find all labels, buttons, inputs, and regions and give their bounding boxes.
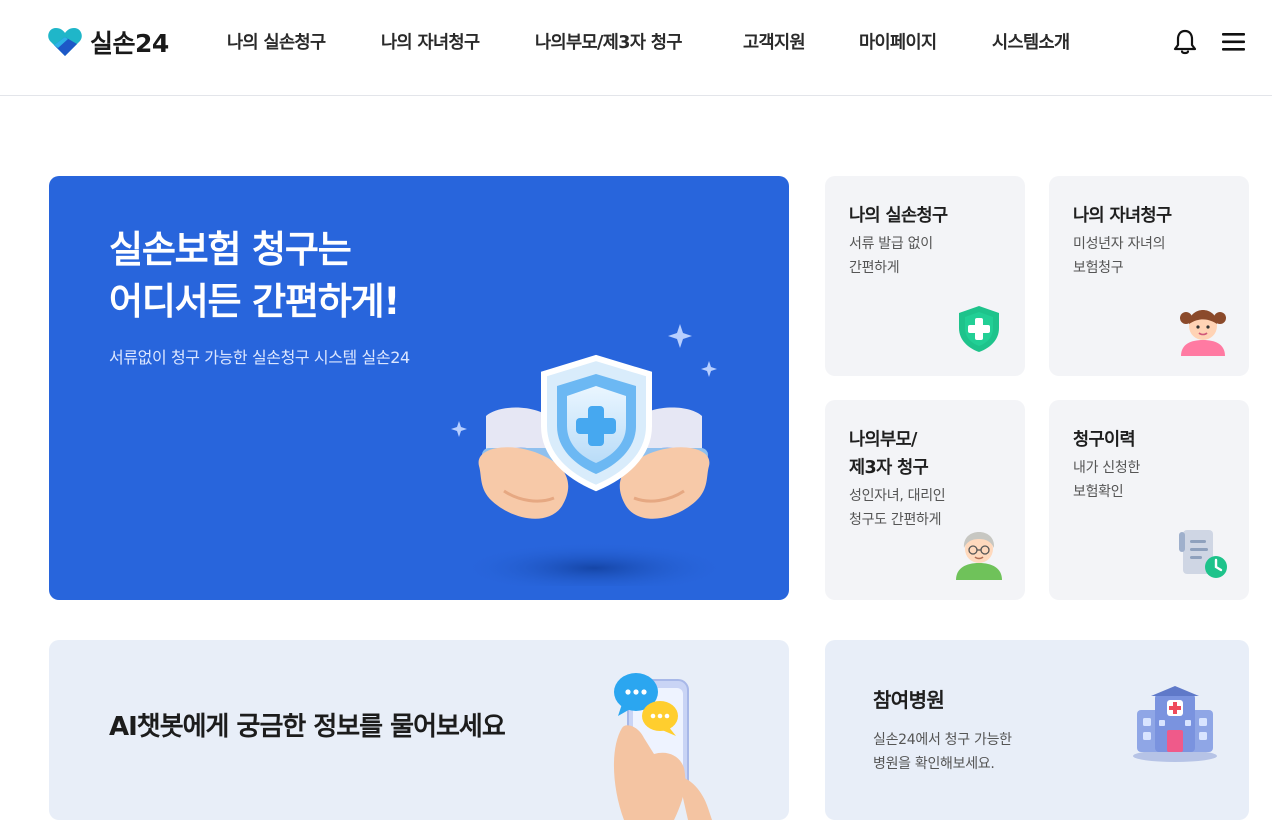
hero-title-line-1: 실손보험 청구는 <box>109 228 352 271</box>
nav-item-system-intro[interactable]: 시스템소개 <box>992 28 1070 58</box>
child-icon <box>1180 310 1226 356</box>
document-clock-icon <box>1179 530 1227 578</box>
hero-subtitle: 서류없이 청구 가능한 실손청구 시스템 실손24 <box>109 348 410 367</box>
card-desc: 성인자녀, 대리인 청구도 간편하게 <box>849 488 946 528</box>
heart-logo-icon <box>48 28 82 56</box>
card-claim-history[interactable]: 청구이력 내가 신청한 보험확인 <box>1049 400 1249 600</box>
card-title: 청구이력 <box>1073 430 1136 450</box>
card-desc: 서류 발급 없이 간편하게 <box>849 236 933 276</box>
phone-chat-bubbles-illustration <box>613 673 712 820</box>
bell-icon[interactable] <box>1171 28 1199 56</box>
card-parent-third-party-claim[interactable]: 나의부모/ 제3자 청구 성인자녀, 대리인 청구도 간편하게 <box>825 400 1025 600</box>
brand-name: 실손24 <box>90 29 169 58</box>
nav-item-mypage[interactable]: 마이페이지 <box>859 28 937 58</box>
hospital-title: 참여병원 <box>873 688 945 712</box>
card-desc: 미성년자 자녀의 보험청구 <box>1073 236 1166 276</box>
hamburger-menu-icon[interactable] <box>1220 28 1248 56</box>
nav-item-parent-third-party-claim[interactable]: 나의부모/제3자 청구 <box>535 28 682 58</box>
grandparent-icon <box>956 532 1002 580</box>
shield-plus-icon <box>959 306 999 352</box>
brand-logo[interactable]: 실손24 <box>48 24 169 60</box>
card-my-claim[interactable]: 나의 실손청구 서류 발급 없이 간편하게 <box>825 176 1025 376</box>
nav-item-child-claim[interactable]: 나의 자녀청구 <box>381 28 480 58</box>
nav-item-customer-support[interactable]: 고객지원 <box>743 28 806 58</box>
card-desc: 내가 신청한 보험확인 <box>1073 460 1141 500</box>
card-title: 나의 실손청구 <box>849 206 948 226</box>
site-header: 실손24 나의 실손청구 나의 자녀청구 나의부모/제3자 청구 고객지원 마이… <box>0 0 1272 96</box>
ai-chatbot-banner[interactable]: AI챗봇에게 궁금한 정보를 물어보세요 <box>49 640 789 820</box>
nav-item-my-claim[interactable]: 나의 실손청구 <box>227 28 326 58</box>
card-child-claim[interactable]: 나의 자녀청구 미성년자 자녀의 보험청구 <box>1049 176 1249 376</box>
chatbot-title: AI챗봇에게 궁금한 정보를 물어보세요 <box>109 712 506 742</box>
hero-title: 실손보험 청구는 어디서든 간편하게! <box>109 224 569 328</box>
hero-banner[interactable]: 실손보험 청구는 어디서든 간편하게! 서류없이 청구 가능한 실손청구 시스템… <box>49 176 789 600</box>
hospital-desc: 실손24에서 청구 가능한 병원을 확인해보세요. <box>873 732 1012 772</box>
hospital-building-icon <box>1133 686 1217 762</box>
hands-holding-shield-illustration <box>451 324 729 586</box>
card-title: 나의부모/ 제3자 청구 <box>849 430 929 478</box>
card-title: 나의 자녀청구 <box>1073 206 1172 226</box>
participating-hospitals-banner[interactable]: 참여병원 실손24에서 청구 가능한 병원을 확인해보세요. <box>825 640 1249 820</box>
